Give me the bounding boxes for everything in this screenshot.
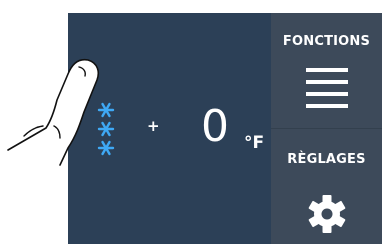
temperature-unit: °F [244, 133, 265, 153]
temperature-sign: + [147, 117, 160, 135]
control-panel: + 0 °F FONCTIONS RÈGLAGES [0, 0, 382, 244]
side-panel: FONCTIONS RÈGLAGES [271, 13, 382, 244]
settings-button[interactable]: RÈGLAGES [271, 129, 382, 244]
functions-label: FONCTIONS [282, 34, 371, 49]
settings-label: RÈGLAGES [287, 152, 366, 167]
menu-icon [306, 68, 348, 108]
snowflake-icon[interactable] [93, 101, 119, 157]
temperature-value: 0 [201, 101, 229, 152]
gear-icon [308, 195, 346, 233]
functions-button[interactable]: FONCTIONS [271, 13, 382, 128]
